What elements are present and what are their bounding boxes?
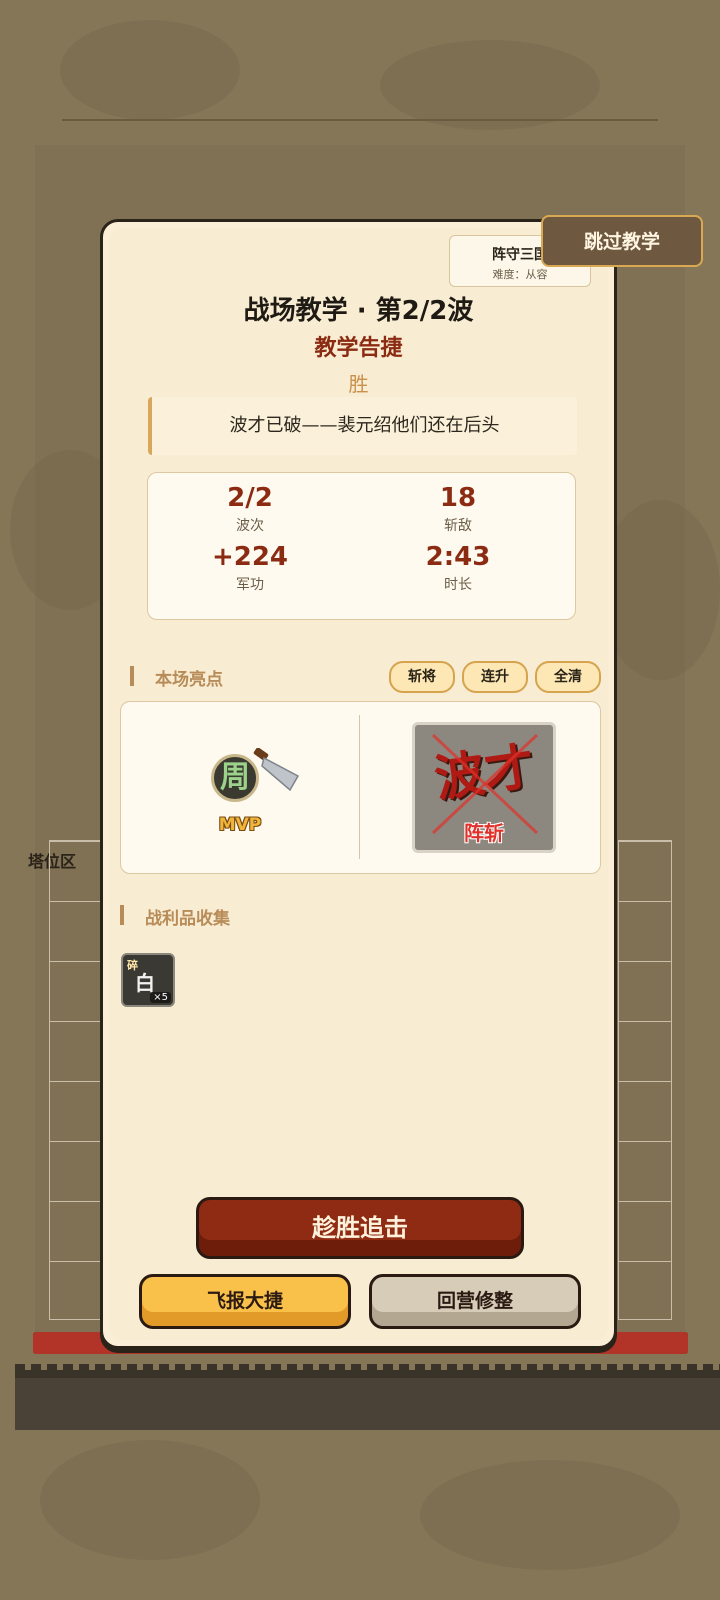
story-quote: 波才已破——裴元绍他们还在后头 <box>148 397 577 455</box>
chip-full-clear[interactable]: 全清 <box>535 661 601 693</box>
top-divider <box>62 119 658 121</box>
stat-label: 时长 <box>444 577 472 593</box>
bg-blob <box>420 1460 680 1570</box>
blade-icon <box>253 748 300 792</box>
pursue-victory-button[interactable]: 趁胜追击 <box>196 1197 524 1259</box>
mvp-label: MVP <box>218 815 262 835</box>
bg-blob <box>40 1440 260 1560</box>
stats-panel: 2/2 波次 18 斩敌 +224 军功 2:43 时长 <box>147 472 576 620</box>
stat-waves: 2/2 波次 <box>150 483 350 535</box>
difficulty-label: 难度：从容 <box>492 268 548 281</box>
loot-title: 战利品收集 <box>145 909 230 929</box>
stat-value: +224 <box>211 542 289 572</box>
result-status: 胜 <box>348 372 369 396</box>
highlights-divider <box>359 715 360 859</box>
slain-general-card[interactable]: 波才 阵斩 <box>412 722 556 853</box>
kill-tag: 阵斩 <box>464 821 504 845</box>
chip-slay-general[interactable]: 斩将 <box>389 661 455 693</box>
stat-label: 军功 <box>236 577 264 593</box>
tower-grid-left[interactable] <box>49 840 103 1320</box>
loot-count: ×5 <box>150 992 171 1003</box>
highlights-title: 本场亮点 <box>155 670 223 690</box>
loot-item[interactable]: 碎 白 ×5 <box>121 953 175 1007</box>
stat-label: 斩敌 <box>444 518 472 534</box>
city-wall <box>15 1364 720 1430</box>
result-title: 战场教学 · 第2/2波 <box>243 296 474 326</box>
section-marker <box>120 905 124 925</box>
stat-duration: 2:43 时长 <box>358 542 558 594</box>
stat-value: 2:43 <box>425 542 491 572</box>
section-marker <box>130 666 134 686</box>
stat-value: 18 <box>439 483 477 513</box>
stat-kills: 18 斩敌 <box>358 483 558 535</box>
bg-blob <box>380 40 600 130</box>
result-subtitle: 教学告捷 <box>314 336 403 361</box>
stat-merit: +224 军功 <box>150 542 350 594</box>
bg-blob <box>60 20 240 120</box>
tower-grid-right[interactable] <box>618 840 672 1320</box>
skip-tutorial-button[interactable]: 跳过教学 <box>541 215 703 267</box>
stat-label: 波次 <box>236 518 264 534</box>
share-victory-button[interactable]: 飞报大捷 <box>139 1274 351 1329</box>
stat-value: 2/2 <box>227 483 273 513</box>
chip-level-up[interactable]: 连升 <box>462 661 528 693</box>
return-camp-button[interactable]: 回营修整 <box>369 1274 581 1329</box>
